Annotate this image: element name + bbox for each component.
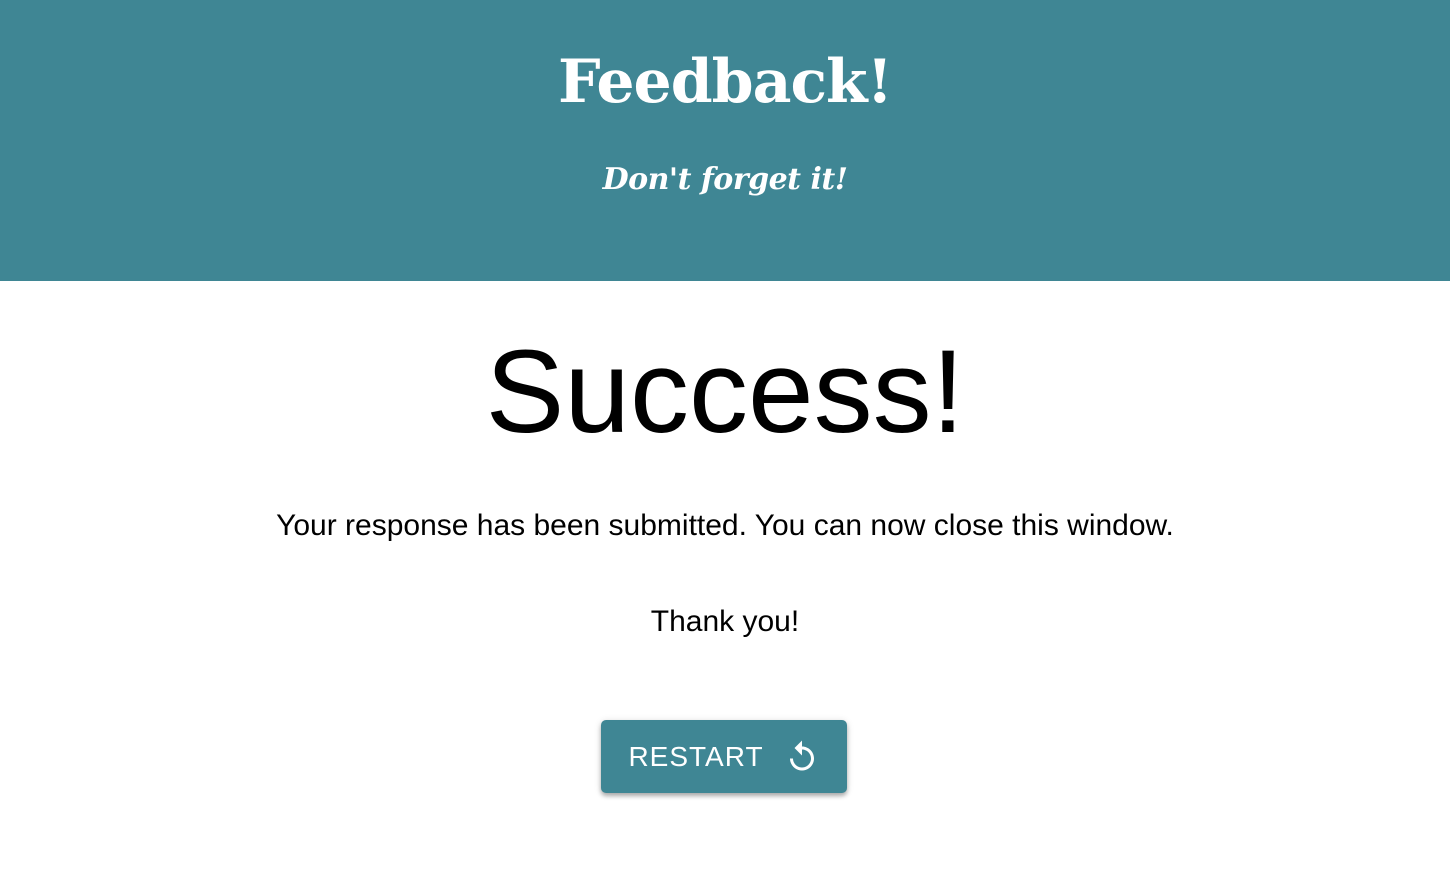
header-banner: Feedback! Don't forget it! (0, 0, 1450, 281)
submission-message: Your response has been submitted. You ca… (276, 509, 1174, 542)
header-subtitle: Don't forget it! (602, 162, 848, 197)
restart-button-label: RESTART (628, 740, 764, 772)
header-title: Feedback! (558, 47, 893, 117)
restart-icon (784, 739, 820, 775)
restart-button[interactable]: RESTART (601, 720, 847, 793)
thank-you-text: Thank you! (650, 605, 800, 638)
success-heading: Success! (485, 326, 965, 458)
